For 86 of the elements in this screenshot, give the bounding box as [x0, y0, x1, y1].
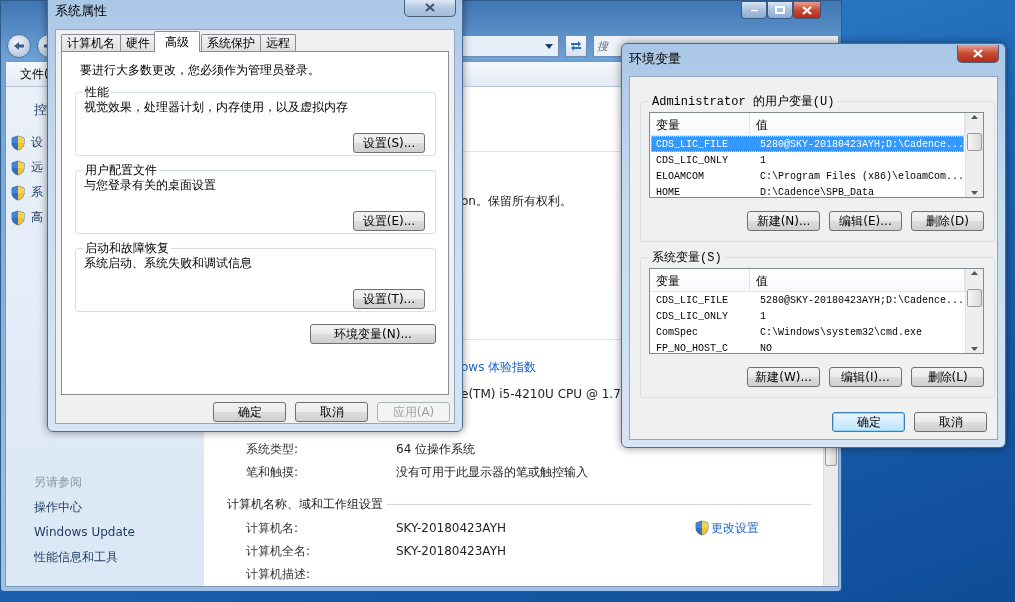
sidebar-link[interactable]: 远	[31, 155, 43, 180]
tab[interactable]: 硬件	[120, 34, 156, 51]
down-arrow-icon	[971, 347, 979, 351]
group-description: 系统启动、系统失败和调试信息	[84, 255, 253, 272]
list-row[interactable]: FP_NO_HOST_C NO	[651, 340, 965, 353]
sidebar-link[interactable]: 设	[31, 130, 43, 155]
up-arrow-icon	[971, 115, 979, 119]
shield-icon	[11, 134, 25, 151]
scrollbar[interactable]	[965, 269, 984, 353]
list-action-button[interactable]: 删除(L)	[911, 367, 985, 387]
down-arrow-icon	[971, 191, 979, 195]
list-row[interactable]: CDS_LIC_FILE 5280@SKY-20180423AYH;D:\Cadence...	[651, 292, 965, 308]
tab[interactable]: 远程	[260, 34, 296, 51]
close-button[interactable]	[793, 1, 821, 19]
list-row[interactable]: HOME D:\Cadence\SPB_Data	[651, 184, 965, 197]
tab[interactable]: 系统保护	[201, 34, 261, 51]
settings-button[interactable]: 设置(T)...	[353, 289, 425, 309]
tab[interactable]: 计算机名	[61, 34, 121, 51]
field-label: 计算机描述:	[246, 565, 312, 583]
field-label: 计算机全名:	[246, 542, 312, 560]
close-button[interactable]	[404, 0, 456, 17]
field-value: 64 位操作系统	[396, 440, 476, 458]
group-title: 系统变量(S)	[651, 250, 723, 266]
change-settings-link[interactable]: 更改设置	[695, 519, 759, 537]
list-row[interactable]: CDS_LIC_ONLY 1	[651, 152, 965, 168]
sidebar-link[interactable]: 高	[31, 205, 43, 230]
sidebar-heading: 另请参阅	[34, 474, 83, 491]
group-title: Administrator 的用户变量(U)	[651, 94, 836, 110]
close-icon	[973, 49, 983, 58]
refresh-icon	[569, 40, 583, 52]
back-button[interactable]	[7, 34, 31, 58]
environment-variables-button[interactable]: 环境变量(N)...	[310, 324, 436, 344]
scrollbar-thumb[interactable]	[967, 289, 983, 307]
scrollbar-thumb[interactable]	[967, 133, 983, 151]
dialog-button[interactable]: 取消	[914, 412, 987, 432]
close-button[interactable]	[957, 45, 999, 63]
field-value: SKY-20180423AYH	[396, 544, 506, 559]
settings-button[interactable]: 设置(S)...	[353, 133, 425, 153]
field-value: SKY-20180423AYH	[396, 521, 506, 536]
field-value: 没有可用于此显示器的笔或触控输入	[396, 463, 588, 481]
maximize-icon	[775, 6, 785, 14]
window-title: 环境变量	[629, 50, 681, 68]
group-title: 用户配置文件	[84, 162, 158, 179]
group-title: 启动和故障恢复	[84, 240, 170, 257]
settings-button[interactable]: 设置(E)...	[353, 211, 425, 231]
refresh-button[interactable]	[565, 35, 587, 57]
up-arrow-icon	[971, 271, 979, 275]
list-action-button[interactable]: 新建(N)...	[747, 211, 821, 231]
window-title: 系统属性	[55, 2, 107, 20]
dialog-button[interactable]: 确定	[832, 412, 905, 432]
list-action-button[interactable]: 编辑(I)...	[829, 367, 903, 387]
close-icon	[802, 5, 812, 15]
sidebar-link[interactable]: Windows Update	[34, 520, 204, 545]
notice-text: 要进行大多数更改，您必须作为管理员登录。	[79, 62, 321, 79]
minimize-button[interactable]	[741, 1, 767, 19]
list-row[interactable]: CDS_LIC_ONLY 1	[651, 308, 965, 324]
back-arrow-icon	[13, 41, 25, 51]
shield-icon	[695, 520, 709, 537]
list-action-button[interactable]: 编辑(E)...	[829, 211, 903, 231]
list-action-button[interactable]: 新建(W)...	[747, 367, 821, 387]
field-label: 计算机名:	[246, 519, 300, 537]
shield-icon	[11, 184, 25, 201]
tab[interactable]: 高级	[154, 31, 200, 52]
field-label: 笔和触摸:	[246, 463, 300, 481]
group-description: 与您登录有关的桌面设置	[84, 177, 217, 194]
group-description: 视觉效果，处理器计划，内存使用，以及虚拟内存	[84, 99, 349, 116]
sidebar-link[interactable]: 系	[31, 180, 43, 205]
close-icon	[425, 3, 435, 12]
maximize-button[interactable]	[767, 1, 793, 19]
dialog-button[interactable]: 确定	[213, 402, 286, 422]
field-label: 系统类型:	[246, 440, 300, 458]
list-row[interactable]: ELOAMCOM C:\Program Files (x86)\eloamCom...	[651, 168, 965, 184]
list-action-button[interactable]: 删除(D)	[911, 211, 985, 231]
scrollbar[interactable]	[965, 113, 984, 197]
sidebar-link[interactable]: 性能信息和工具	[34, 545, 204, 570]
list-row[interactable]: ComSpec C:\Windows\system32\cmd.exe	[651, 324, 965, 340]
dialog-button[interactable]: 取消	[295, 402, 368, 422]
column-header[interactable]: 变量	[650, 269, 750, 291]
shield-icon	[11, 209, 25, 226]
shield-icon	[11, 159, 25, 176]
group-title: 性能	[84, 84, 110, 101]
caret-icon	[545, 43, 553, 49]
column-header[interactable]: 变量	[650, 113, 750, 135]
section-title: 计算机名称、域和工作组设置	[227, 495, 383, 513]
minimize-icon	[749, 8, 759, 12]
sidebar-link[interactable]: 操作中心	[34, 495, 204, 520]
